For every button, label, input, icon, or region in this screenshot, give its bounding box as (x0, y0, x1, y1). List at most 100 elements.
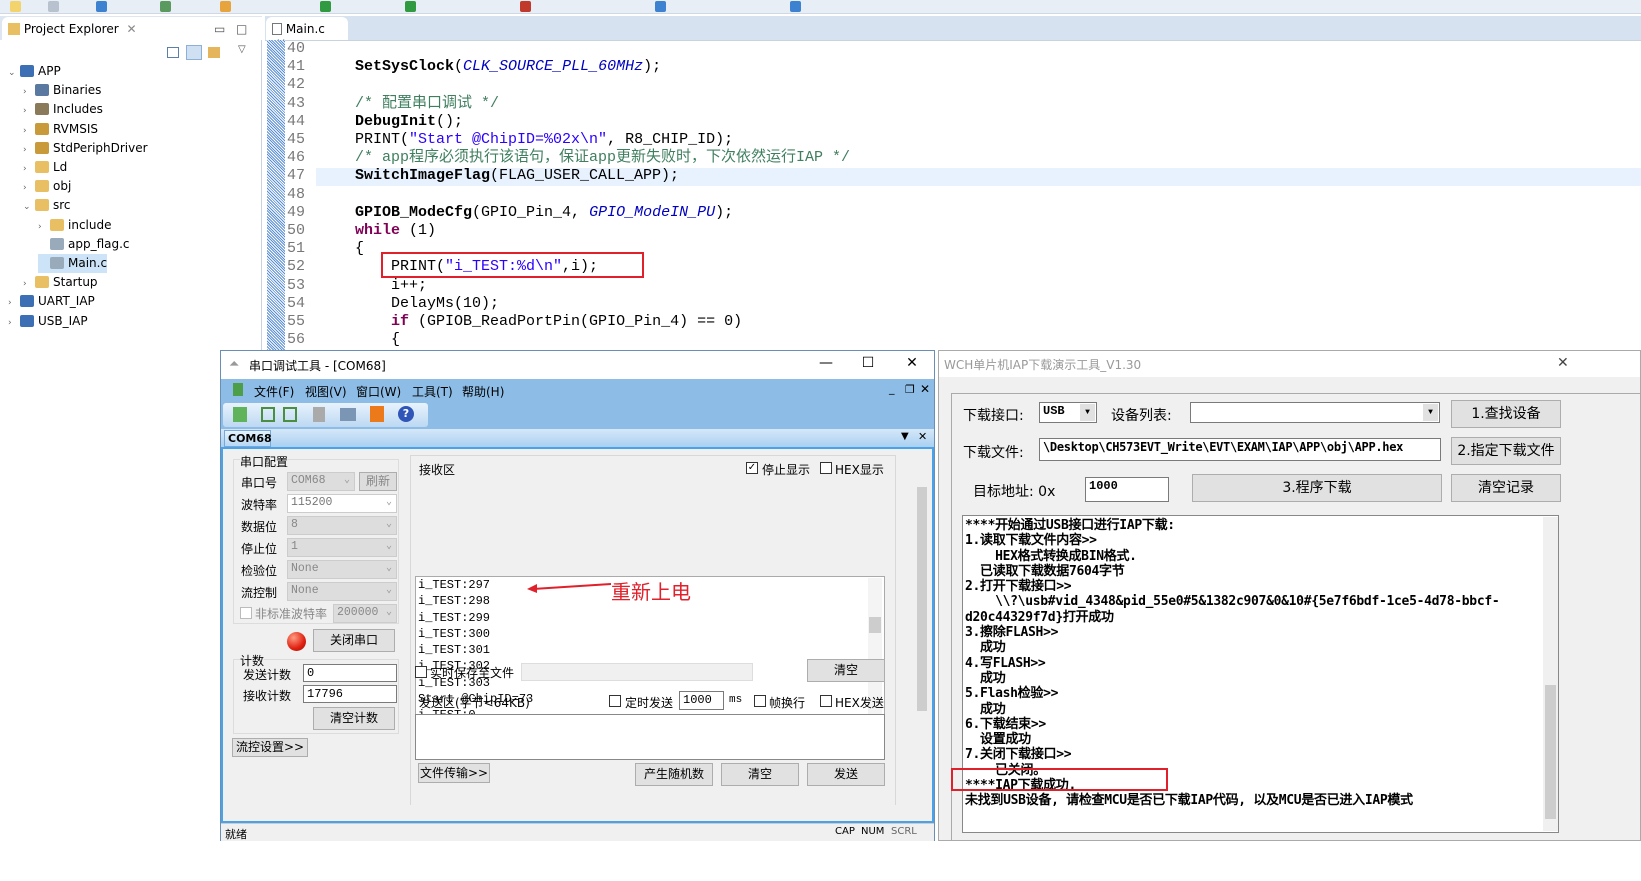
code-line[interactable]: i++; (355, 277, 427, 295)
tree-item[interactable]: › Binaries (23, 81, 101, 100)
horizontal-scrollbar[interactable] (227, 805, 913, 817)
tree-item[interactable]: › USB_IAP (8, 312, 88, 331)
maximize-button[interactable]: ☐ (853, 355, 883, 371)
forward-icon[interactable] (790, 1, 801, 12)
mdi-close-icon[interactable]: ✕ (920, 382, 930, 396)
calculator-icon[interactable] (313, 407, 325, 422)
nonstd-baud-checkbox[interactable] (240, 607, 252, 619)
tree-item[interactable]: › Startup (23, 273, 98, 292)
recv-count-field[interactable]: 17796 (303, 685, 397, 703)
choose-file-button[interactable]: 2.指定下载文件 (1451, 437, 1561, 465)
collapse-all-icon[interactable] (167, 47, 179, 58)
link-editor-icon[interactable] (186, 45, 202, 60)
minimize-button[interactable]: — (811, 355, 841, 371)
edit-icon[interactable] (220, 1, 231, 12)
frame-newline-checkbox[interactable] (754, 695, 766, 707)
horizontal-layout-icon[interactable] (261, 407, 275, 422)
tree-item[interactable]: › Includes (23, 100, 103, 119)
code-line[interactable]: GPIOB_ModeCfg(GPIO_Pin_4, GPIO_ModeIN_PU… (355, 204, 733, 222)
send-button[interactable]: 发送 (807, 763, 885, 786)
filter-icon[interactable] (208, 47, 220, 58)
device-list-select[interactable]: ▼ (1190, 402, 1440, 423)
code-line[interactable]: DelayMs(10); (355, 295, 499, 313)
clear-count-button[interactable]: 清空计数 (313, 707, 395, 730)
clear-log-button[interactable]: 清空记录 (1451, 474, 1561, 502)
close-button[interactable]: ✕ (1557, 355, 1569, 371)
build-icon[interactable] (96, 1, 107, 12)
data-bits-select[interactable]: 8 ⌄ (287, 516, 397, 535)
minimize-icon[interactable]: ▭ (214, 22, 225, 36)
flow-settings-button[interactable]: 流控设置>> (232, 738, 308, 757)
chevron-right-icon[interactable]: › (23, 141, 35, 160)
mdi-restore-icon[interactable]: ❐ (905, 383, 915, 396)
tree-item[interactable]: › include (38, 216, 111, 235)
hex-send-checkbox[interactable] (820, 695, 832, 707)
code-line[interactable]: /* app程序必须执行该语句，保证app更新失败时，下次依然运行IAP */ (355, 149, 850, 167)
tree-item[interactable]: ⌄ APP (8, 62, 61, 81)
computer-icon[interactable] (340, 408, 356, 421)
parity-select[interactable]: None ⌄ (287, 560, 397, 579)
find-device-button[interactable]: 1.查找设备 (1451, 400, 1561, 428)
new-icon[interactable] (10, 1, 21, 12)
tab-project-explorer[interactable]: Project Explorer ✕ ▭ □ (2, 17, 270, 40)
baud-select[interactable]: 115200 ⌄ (287, 494, 397, 513)
run-icon[interactable] (405, 1, 416, 12)
chevron-right-icon[interactable]: › (23, 122, 35, 141)
download-icon[interactable] (160, 1, 171, 12)
port-select[interactable]: COM68 ⌄ (287, 472, 355, 491)
tree-item[interactable]: › Ld (23, 158, 67, 177)
stop-display-checkbox[interactable]: ✓ (746, 462, 758, 474)
menu-tools[interactable]: 工具(T) (412, 383, 453, 400)
tab-close-icon[interactable]: ✕ (918, 430, 927, 443)
log-scroll-thumb[interactable] (1545, 685, 1556, 819)
code-line[interactable]: SwitchImageFlag(FLAG_USER_CALL_APP); (355, 167, 679, 185)
vertical-layout-icon[interactable] (283, 407, 297, 422)
code-line[interactable]: if (GPIOB_ReadPortPin(GPIO_Pin_4) == 0) (355, 313, 742, 331)
interval-field[interactable]: 1000 (679, 691, 724, 710)
debug-icon[interactable] (320, 1, 331, 12)
tab-com68[interactable]: COM68 (224, 430, 272, 447)
view-menu-icon[interactable]: ▽ (238, 44, 246, 55)
tree-item[interactable]: › StdPeriphDriver (23, 139, 148, 158)
new-connection-icon[interactable] (233, 407, 247, 422)
mdi-minimize-icon[interactable]: _ (889, 382, 895, 395)
send-count-field[interactable]: 0 (303, 664, 397, 682)
code-line[interactable]: PRINT("Start @ChipID=%02x\n", R8_CHIP_ID… (355, 131, 733, 149)
save-realtime-checkbox[interactable] (415, 666, 427, 678)
code-line[interactable]: while (1) (355, 222, 436, 240)
menu-window[interactable]: 窗口(W) (356, 383, 401, 400)
refresh-button[interactable]: 刷新 (359, 472, 397, 491)
chevron-right-icon[interactable]: › (8, 294, 20, 313)
save-icon[interactable] (48, 1, 59, 12)
chevron-down-icon[interactable]: ⌄ (8, 64, 20, 83)
tx-textarea[interactable] (415, 714, 885, 760)
file-path-field[interactable]: \Desktop\CH573EVT_Write\EVT\EXAM\IAP\APP… (1039, 438, 1441, 461)
close-button[interactable]: ✕ (897, 355, 927, 371)
flow-control-select[interactable]: None ⌄ (287, 582, 397, 601)
port-select[interactable]: USB ▼ (1039, 402, 1097, 423)
panel-scrollbar[interactable] (915, 463, 929, 799)
chevron-right-icon[interactable]: › (38, 218, 50, 237)
tree-item[interactable]: ⌄ src (23, 196, 71, 215)
file-transfer-button[interactable]: 文件传输>> (418, 763, 490, 783)
chevron-right-icon[interactable]: › (23, 179, 35, 198)
tree-item[interactable]: › RVMSIS (23, 120, 98, 139)
close-icon[interactable]: ✕ (127, 22, 137, 36)
code-line[interactable]: /* 配置串口调试 */ (355, 95, 499, 113)
tree-item[interactable]: Main.c (38, 254, 108, 273)
stop-bits-select[interactable]: 1 ⌄ (287, 538, 397, 557)
timed-send-checkbox[interactable] (609, 695, 621, 707)
menu-file[interactable]: 文件(F) (254, 383, 294, 400)
address-field[interactable]: 1000 (1085, 477, 1169, 502)
tree-item[interactable]: app_flag.c (38, 235, 130, 254)
maximize-icon[interactable]: □ (236, 22, 247, 36)
code-line[interactable]: { (355, 240, 364, 258)
code-line[interactable]: SetSysClock(CLK_SOURCE_PLL_60MHz); (355, 58, 661, 76)
upload-icon[interactable] (370, 406, 384, 422)
tree-item[interactable]: › obj (23, 177, 71, 196)
menu-help[interactable]: 帮助(H) (462, 383, 504, 400)
clear-tx-button[interactable]: 清空 (721, 763, 799, 786)
tab-list-icon[interactable]: ▼ (901, 431, 909, 442)
chevron-down-icon[interactable]: ⌄ (23, 198, 35, 217)
back-icon[interactable] (655, 1, 666, 12)
